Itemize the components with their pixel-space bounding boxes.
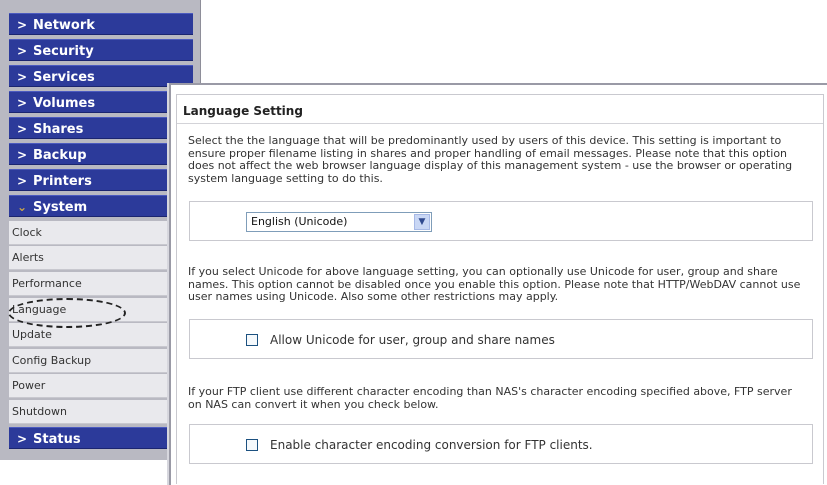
unicode-text: If you select Unicode for above language… [188, 265, 801, 303]
chevron-right-icon: > [17, 96, 28, 110]
sidebar-subitem-label: Clock [12, 226, 42, 239]
sidebar-item-label: Backup [33, 148, 87, 163]
sidebar-subitem-update[interactable]: Update [9, 323, 193, 347]
sidebar-subitem-power[interactable]: Power [9, 374, 193, 398]
chevron-right-icon: > [17, 174, 28, 188]
sidebar-item-label: Services [33, 70, 95, 85]
sidebar-item-security[interactable]: > Security [9, 39, 193, 61]
sidebar-item-backup[interactable]: > Backup [9, 143, 193, 165]
ftp-checkbox[interactable] [246, 439, 258, 451]
sidebar-subitem-clock[interactable]: Clock [9, 221, 193, 245]
title-divider [177, 123, 823, 124]
sidebar-item-label: System [33, 200, 88, 215]
sidebar-item-system[interactable]: ⌄ System [9, 195, 193, 217]
sidebar-item-shares[interactable]: > Shares [9, 117, 193, 139]
sidebar-item-status[interactable]: > Status [9, 427, 193, 449]
chevron-right-icon: > [17, 122, 28, 136]
panel-content: Language Setting Select the the language… [176, 94, 824, 484]
sidebar-subitem-label: Config Backup [12, 354, 92, 367]
ftp-option-row[interactable]: Enable character encoding conversion for… [246, 437, 593, 453]
chevron-right-icon: > [17, 148, 28, 162]
sidebar-item-printers[interactable]: > Printers [9, 169, 193, 191]
chevron-right-icon: > [17, 18, 28, 32]
language-select-value: English (Unicode) [251, 215, 348, 228]
sidebar-item-label: Printers [33, 174, 92, 189]
sidebar-subitem-performance[interactable]: Performance [9, 272, 193, 296]
sidebar-subitem-label: Shutdown [12, 405, 67, 418]
sidebar-item-label: Status [33, 432, 81, 447]
unicode-option-box: Allow Unicode for user, group and share … [189, 319, 813, 359]
chevron-right-icon: > [17, 70, 28, 84]
highlight-oval [8, 298, 126, 328]
unicode-option-row[interactable]: Allow Unicode for user, group and share … [246, 332, 555, 348]
language-select[interactable]: English (Unicode) ▼ [246, 212, 432, 232]
language-select-box: English (Unicode) ▼ [189, 201, 813, 241]
chevron-right-icon: > [17, 432, 28, 446]
sidebar-subitem-config-backup[interactable]: Config Backup [9, 349, 193, 373]
language-settings-panel: Language Setting Select the the language… [169, 83, 827, 485]
panel-title: Language Setting [183, 104, 303, 118]
dropdown-arrow-icon[interactable]: ▼ [414, 214, 430, 230]
unicode-checkbox[interactable] [246, 334, 258, 346]
sidebar-item-label: Volumes [33, 96, 96, 111]
sidebar-subitem-shutdown[interactable]: Shutdown [9, 400, 193, 424]
sidebar-item-label: Network [33, 18, 95, 33]
sidebar-item-volumes[interactable]: > Volumes [9, 91, 193, 113]
chevron-right-icon: > [17, 44, 28, 58]
sidebar-subitem-alerts[interactable]: Alerts [9, 246, 193, 270]
ftp-option-box: Enable character encoding conversion for… [189, 424, 813, 464]
unicode-checkbox-label: Allow Unicode for user, group and share … [270, 333, 555, 347]
intro-text: Select the the language that will be pre… [188, 134, 793, 185]
sidebar-subitem-label: Performance [12, 277, 82, 290]
sidebar-subitem-label: Update [12, 328, 52, 341]
ftp-checkbox-label: Enable character encoding conversion for… [270, 438, 593, 452]
sidebar-item-services[interactable]: > Services [9, 65, 193, 87]
ftp-text: If your FTP client use different charact… [188, 385, 792, 411]
sidebar-subitem-label: Power [12, 379, 46, 392]
sidebar-item-label: Security [33, 44, 94, 59]
sidebar-subitem-label: Alerts [12, 251, 44, 264]
sidebar-item-network[interactable]: > Network [9, 13, 193, 35]
chevron-down-icon: ⌄ [17, 200, 28, 214]
sidebar-item-label: Shares [33, 122, 84, 137]
